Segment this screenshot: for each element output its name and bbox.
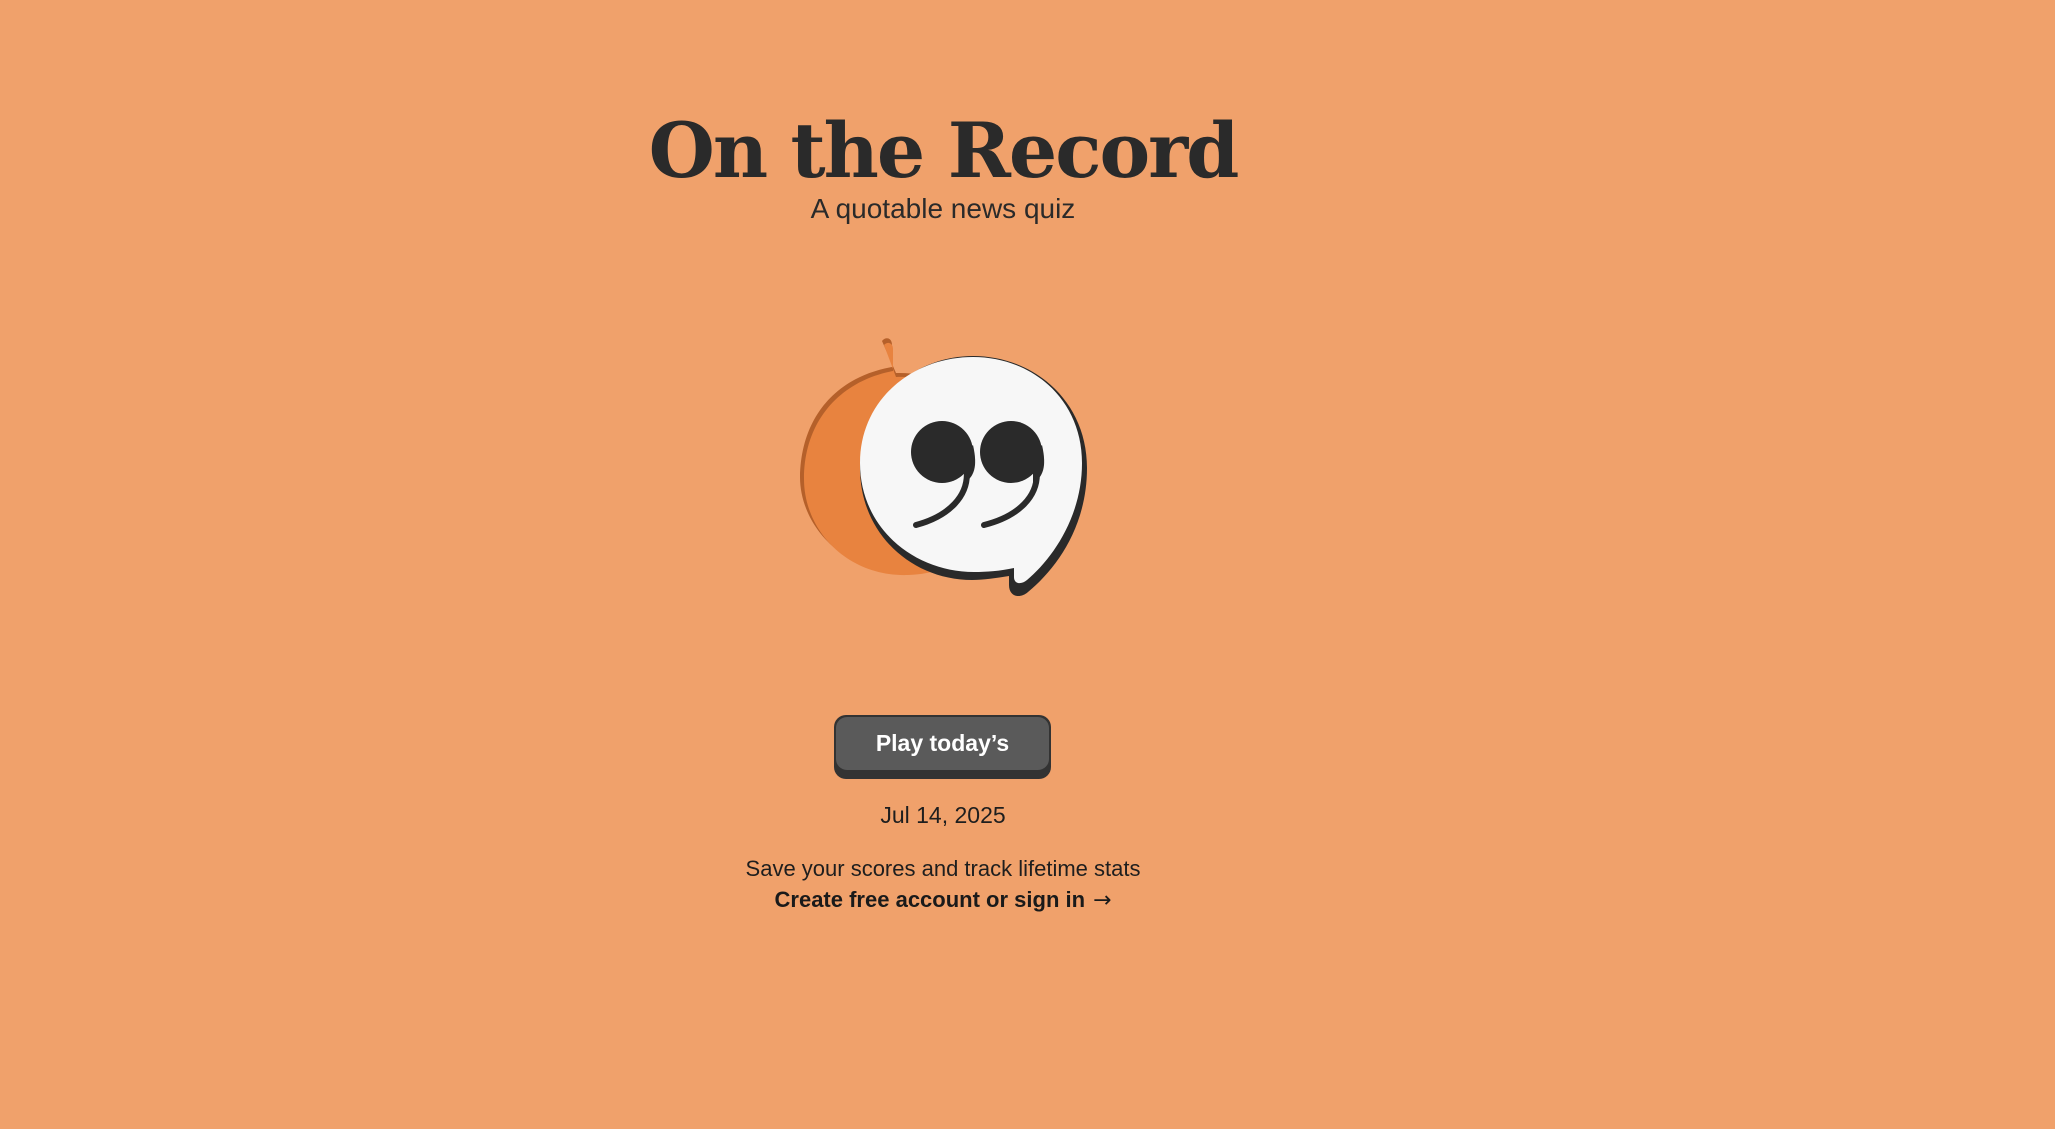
play-button-label: Play today’s bbox=[836, 717, 1049, 770]
create-account-link[interactable]: Create free account or sign in → bbox=[0, 883, 1886, 918]
main-content: On the Record A quotable news quiz Play … bbox=[0, 0, 1886, 1129]
quote-speech-bubble-icon bbox=[796, 337, 1090, 609]
save-scores-prompt: Save your scores and track lifetime stat… bbox=[745, 856, 1141, 881]
create-account-label: Create free account or sign in bbox=[774, 887, 1086, 912]
page-title: On the Record bbox=[648, 106, 1240, 195]
page-subtitle: A quotable news quiz bbox=[810, 193, 1076, 224]
play-todays-button[interactable]: Play today’s bbox=[834, 715, 1051, 779]
arrow-right-icon: → bbox=[1093, 888, 1112, 913]
quiz-date: Jul 14, 2025 bbox=[880, 802, 1006, 828]
